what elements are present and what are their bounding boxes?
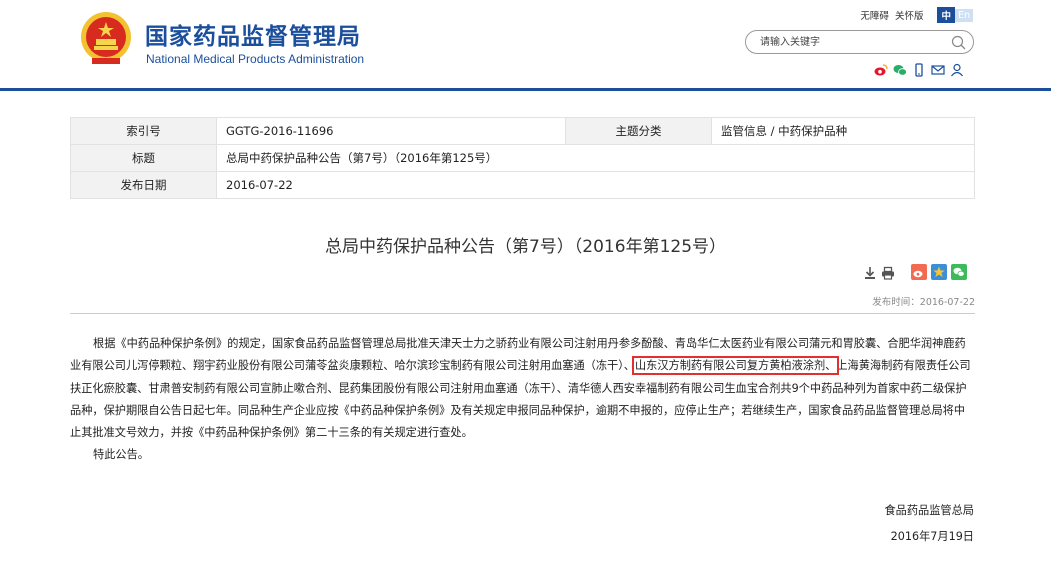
body-paragraph-2: 特此公告。: [93, 448, 149, 462]
article-tools: [863, 264, 967, 284]
mobile-icon[interactable]: [912, 62, 926, 77]
lang-en-button[interactable]: En: [954, 8, 973, 22]
search-input[interactable]: [760, 34, 940, 50]
publish-time: 发布时间：2016-07-22: [872, 297, 975, 308]
care-mode-link[interactable]: 关怀版: [895, 8, 924, 22]
weibo-icon[interactable]: [874, 62, 888, 76]
accessibility-link[interactable]: 无障碍: [860, 8, 889, 22]
title-value: 总局中药保护品种公告（第7号）（2016年第125号）: [216, 144, 975, 172]
content-divider: [70, 313, 975, 314]
share-wechat-icon[interactable]: [951, 264, 967, 284]
article-title: 总局中药保护品种公告（第7号）（2016年第125号）: [324, 237, 727, 257]
print-icon[interactable]: [881, 265, 895, 284]
mail-icon[interactable]: [931, 62, 945, 76]
download-icon[interactable]: [863, 265, 877, 284]
date-value: 2016-07-22: [216, 171, 975, 199]
national-emblem-icon: [81, 12, 131, 64]
category-label: 主题分类: [565, 117, 712, 145]
document-meta-table: 索引号 GGTG-2016-11696 主题分类 监管信息 / 中药保护品种 标…: [70, 117, 975, 199]
language-switch: 中 En: [937, 7, 973, 23]
site-name-en[interactable]: National Medical Products Administration: [146, 52, 364, 66]
meta-row-title: 标题 总局中药保护品种公告（第7号）（2016年第125号）: [70, 144, 975, 172]
meta-row-date: 发布日期 2016-07-22: [70, 171, 975, 199]
search-box: [745, 30, 974, 54]
category-value: 监管信息 / 中药保护品种: [711, 117, 975, 145]
meta-row-index: 索引号 GGTG-2016-11696 主题分类 监管信息 / 中药保护品种: [70, 117, 975, 145]
highlighted-company: 山东汉方制药有限公司复方黄柏液涂剂、: [631, 356, 840, 376]
signature-date: 2016年7月19日: [890, 530, 974, 543]
header-divider: [0, 88, 1051, 91]
article-body: 根据《中药品种保护条例》的规定，国家食品药品监督管理总局批准天津天士力之骄药业有…: [70, 333, 976, 467]
title-label: 标题: [70, 144, 217, 172]
signature-org: 食品药品监管总局: [884, 504, 974, 517]
user-icon[interactable]: [950, 62, 964, 77]
search-icon[interactable]: [951, 35, 966, 50]
index-label: 索引号: [70, 117, 217, 145]
date-label: 发布日期: [70, 171, 217, 199]
site-name-cn[interactable]: 国家药品监督管理局: [145, 17, 361, 51]
index-value: GGTG-2016-11696: [216, 117, 566, 145]
site-header: 国家药品监督管理局 National Medical Products Admi…: [0, 0, 1051, 88]
top-links: 无障碍 关怀版 中 En: [860, 7, 973, 23]
lang-zh-button[interactable]: 中: [937, 7, 955, 23]
share-weibo-icon[interactable]: [911, 264, 927, 284]
wechat-icon[interactable]: [893, 62, 907, 76]
share-qzone-icon[interactable]: [931, 264, 947, 284]
social-links: [874, 62, 964, 77]
body-paragraph-1: 根据《中药品种保护条例》的规定，国家食品药品监督管理总局批准天津天士力之骄药业有…: [70, 333, 976, 444]
